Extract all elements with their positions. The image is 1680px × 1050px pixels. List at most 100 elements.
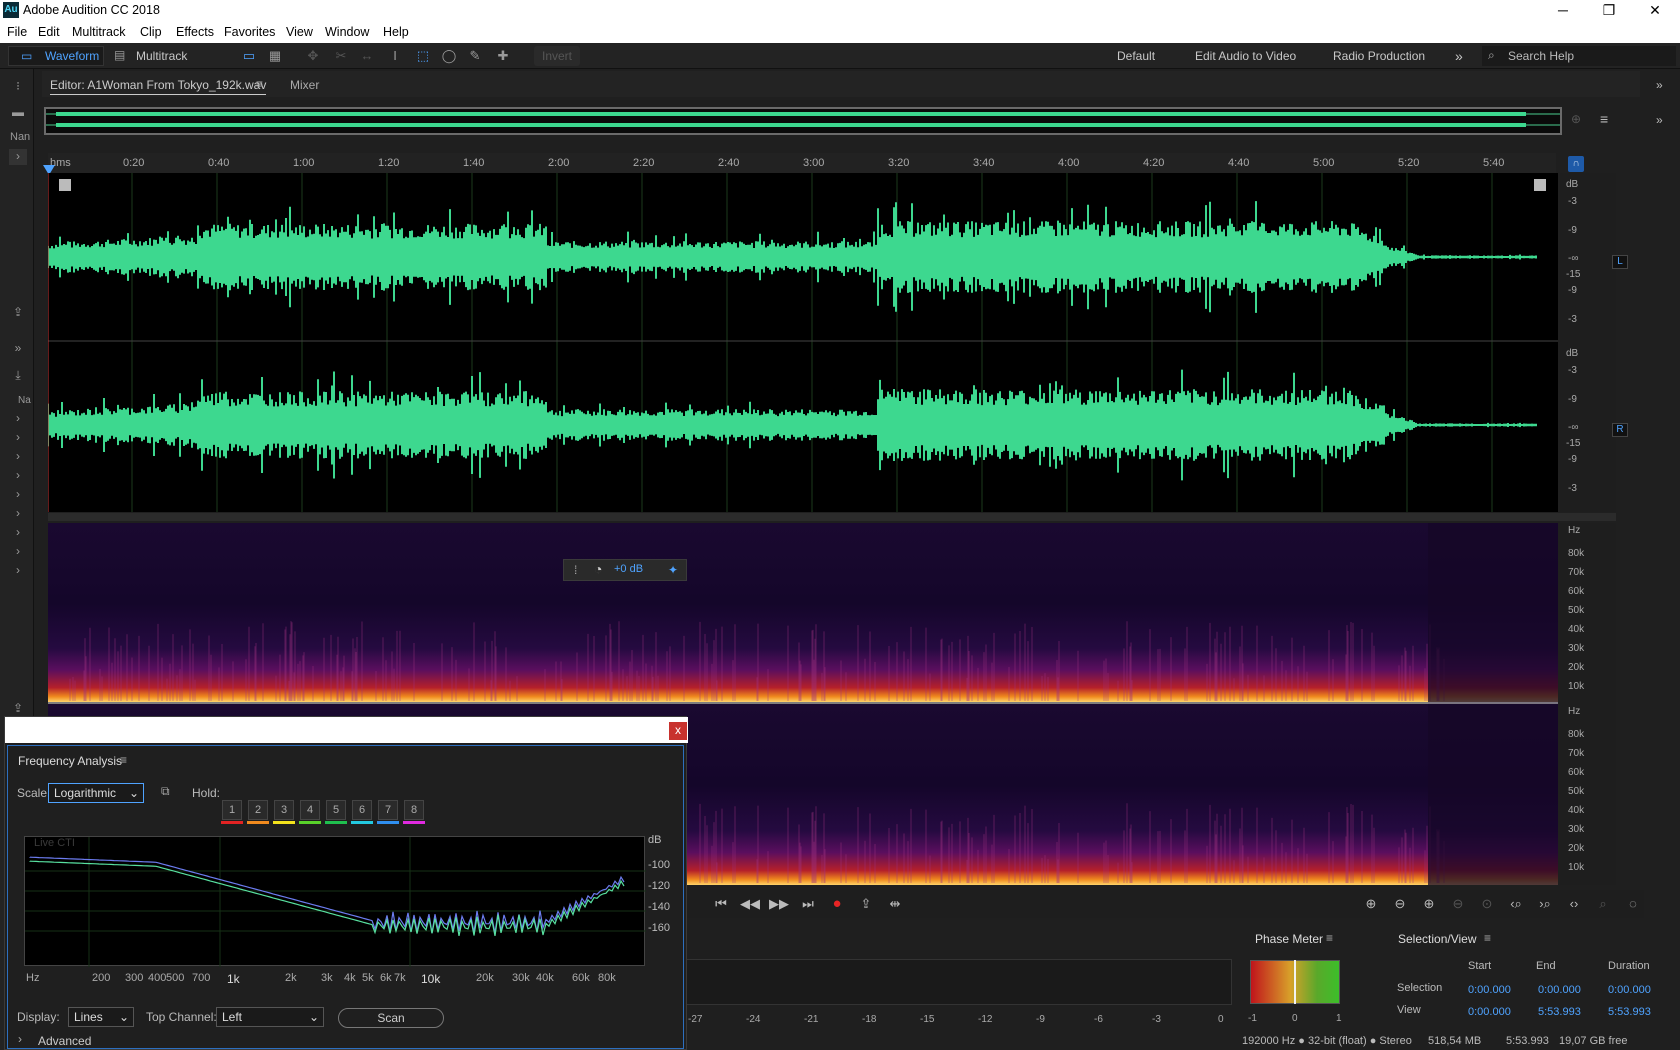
minimize-button[interactable]: ─ [1540, 0, 1586, 21]
zoom-out-amplitude-icon[interactable]: ⊖ [1389, 895, 1411, 913]
copy-icon[interactable]: ⧉ [161, 784, 170, 799]
waveform-display-icon[interactable]: ▭ [240, 47, 258, 65]
display-select[interactable]: Lines ⌄ [68, 1007, 134, 1027]
menu-multitrack[interactable]: Multitrack [72, 25, 125, 39]
invert-button[interactable]: Invert [534, 46, 580, 66]
loop-icon[interactable]: ⇪ [855, 895, 877, 913]
panel-menu-icon[interactable]: ≡ [1326, 931, 1333, 945]
spectral-display-icon[interactable]: ▦ [266, 47, 284, 65]
expand-icon[interactable]: › [9, 149, 27, 165]
to-end-icon[interactable]: ⏭ [797, 895, 819, 913]
menu-file[interactable]: File [7, 25, 27, 39]
time-ruler[interactable]: hms 0:20 0:40 1:00 1:20 1:40 2:00 2:20 2… [48, 153, 1556, 173]
expand-panel-icon[interactable]: » [9, 341, 27, 357]
zoom-reset-icon[interactable]: ⌕ [1592, 895, 1614, 913]
zoom-in-time-icon[interactable]: ⊕ [1418, 895, 1440, 913]
time-selection-icon[interactable]: I [386, 47, 404, 65]
mixer-tab[interactable]: Mixer [290, 78, 319, 92]
hold-button-2[interactable]: 2 [248, 800, 268, 820]
hold-button-7[interactable]: 7 [378, 800, 398, 820]
hold-button-5[interactable]: 5 [326, 800, 346, 820]
editor-tab[interactable]: Editor: A1Woman From Tokyo_192k.wav [50, 78, 267, 95]
zoom-out-full-icon[interactable]: ⊙ [1476, 895, 1498, 913]
menu-window[interactable]: Window [325, 25, 369, 39]
waveform-display[interactable] [48, 173, 1558, 512]
chevron-right-icon[interactable]: › [9, 468, 27, 484]
panel-menu-icon[interactable]: ≡ [1484, 931, 1491, 945]
collapse-right-panel-icon[interactable]: » [1656, 113, 1663, 127]
export-icon[interactable]: ⇪ [9, 701, 27, 717]
marquee-icon[interactable]: ⬚ [414, 47, 432, 65]
to-start-icon[interactable]: ⏮ [710, 895, 732, 913]
menu-clip[interactable]: Clip [140, 25, 162, 39]
search-help-field[interactable]: ⌕ Search Help [1482, 46, 1676, 66]
hold-button-6[interactable]: 6 [352, 800, 372, 820]
headphone-icon[interactable]: ∩ [1568, 156, 1584, 172]
hold-button-1[interactable]: 1 [222, 800, 242, 820]
menu-favorites[interactable]: Favorites [224, 25, 275, 39]
editor-menu-icon[interactable]: ≡ [256, 77, 263, 91]
advanced-toggle[interactable]: Advanced [38, 1034, 91, 1048]
scale-select[interactable]: Logarithmic ⌄ [48, 783, 144, 803]
workspace-radio-production[interactable]: Radio Production [1333, 46, 1425, 66]
hud-volume[interactable]: ⁞ ◔ +0 dB ✦ [563, 559, 687, 581]
collapse-right-panel-icon[interactable]: » [1656, 78, 1663, 92]
menu-edit[interactable]: Edit [38, 25, 60, 39]
zoom-out-point-icon[interactable]: ›⌕ [1534, 895, 1556, 913]
overview-navigator[interactable] [44, 107, 1562, 135]
chevron-right-icon[interactable]: › [9, 506, 27, 522]
waveform-view-button[interactable]: ▭ Waveform [8, 46, 104, 66]
panel-menu-icon[interactable]: ≡ [120, 753, 127, 767]
top-channel-select[interactable]: Left ⌄ [216, 1007, 324, 1027]
chevron-right-icon[interactable]: › [9, 430, 27, 446]
view-end[interactable]: 5:53.993 [1538, 1006, 1581, 1018]
chevron-right-icon[interactable]: › [9, 544, 27, 560]
hold-button-8[interactable]: 8 [404, 800, 424, 820]
zoom-in-amplitude-icon[interactable]: ⊕ [1360, 895, 1382, 913]
chevron-right-icon[interactable]: › [9, 525, 27, 541]
view-start[interactable]: 0:00.000 [1468, 1006, 1511, 1018]
zoom-selection-icon[interactable]: ‹› [1563, 895, 1585, 913]
chevron-right-icon[interactable]: › [9, 449, 27, 465]
fade-in-handle[interactable] [59, 179, 71, 191]
lasso-icon[interactable]: ◯ [440, 47, 458, 65]
volume-knob-icon[interactable]: ◔ [594, 561, 602, 577]
hold-button-3[interactable]: 3 [274, 800, 294, 820]
spot-healing-icon[interactable]: ✚ [494, 47, 512, 65]
pin-icon[interactable]: ✦ [668, 563, 678, 577]
view-divider[interactable] [48, 513, 1616, 521]
menu-help[interactable]: Help [383, 25, 409, 39]
floating-title-bar[interactable] [5, 717, 688, 743]
right-channel-toggle[interactable]: R [1612, 423, 1628, 437]
fade-out-handle[interactable] [1534, 179, 1546, 191]
view-duration[interactable]: 5:53.993 [1608, 1006, 1651, 1018]
left-channel-toggle[interactable]: L [1612, 255, 1628, 269]
selection-end[interactable]: 0:00.000 [1538, 984, 1581, 996]
chevron-right-icon[interactable]: › [9, 487, 27, 503]
chevron-right-icon[interactable]: › [9, 411, 27, 427]
brush-icon[interactable]: ✎ [466, 47, 484, 65]
export-icon[interactable]: ⇪ [9, 305, 27, 321]
fast-forward-icon[interactable]: ▶▶ [768, 895, 790, 913]
chevron-right-icon[interactable]: › [18, 1032, 22, 1046]
selection-duration[interactable]: 0:00.000 [1608, 984, 1651, 996]
workspace-default[interactable]: Default [1117, 46, 1155, 66]
record-icon[interactable]: ● [826, 895, 848, 913]
move-tool-icon[interactable]: ✥ [304, 47, 322, 65]
chevron-right-icon[interactable]: › [9, 563, 27, 579]
import-icon[interactable]: ⤓ [9, 368, 27, 384]
close-floating-button[interactable]: x [669, 722, 687, 740]
selection-start[interactable]: 0:00.000 [1468, 984, 1511, 996]
hold-button-4[interactable]: 4 [300, 800, 320, 820]
menu-effects[interactable]: Effects [176, 25, 214, 39]
zoom-to-selection-icon[interactable]: ⊕ [1571, 112, 1581, 126]
scan-button[interactable]: Scan [338, 1008, 444, 1028]
multitrack-view-button[interactable]: ▤ Multitrack [112, 46, 194, 66]
rewind-icon[interactable]: ◀◀ [739, 895, 761, 913]
maximize-button[interactable]: ❐ [1586, 0, 1632, 21]
close-window-button[interactable]: ✕ [1632, 0, 1678, 21]
razor-tool-icon[interactable]: ✂ [332, 47, 350, 65]
zoom-out-time-icon[interactable]: ⊖ [1447, 895, 1469, 913]
slip-tool-icon[interactable]: ↔ [358, 47, 376, 65]
skip-selection-icon[interactable]: ⇹ [884, 895, 906, 913]
